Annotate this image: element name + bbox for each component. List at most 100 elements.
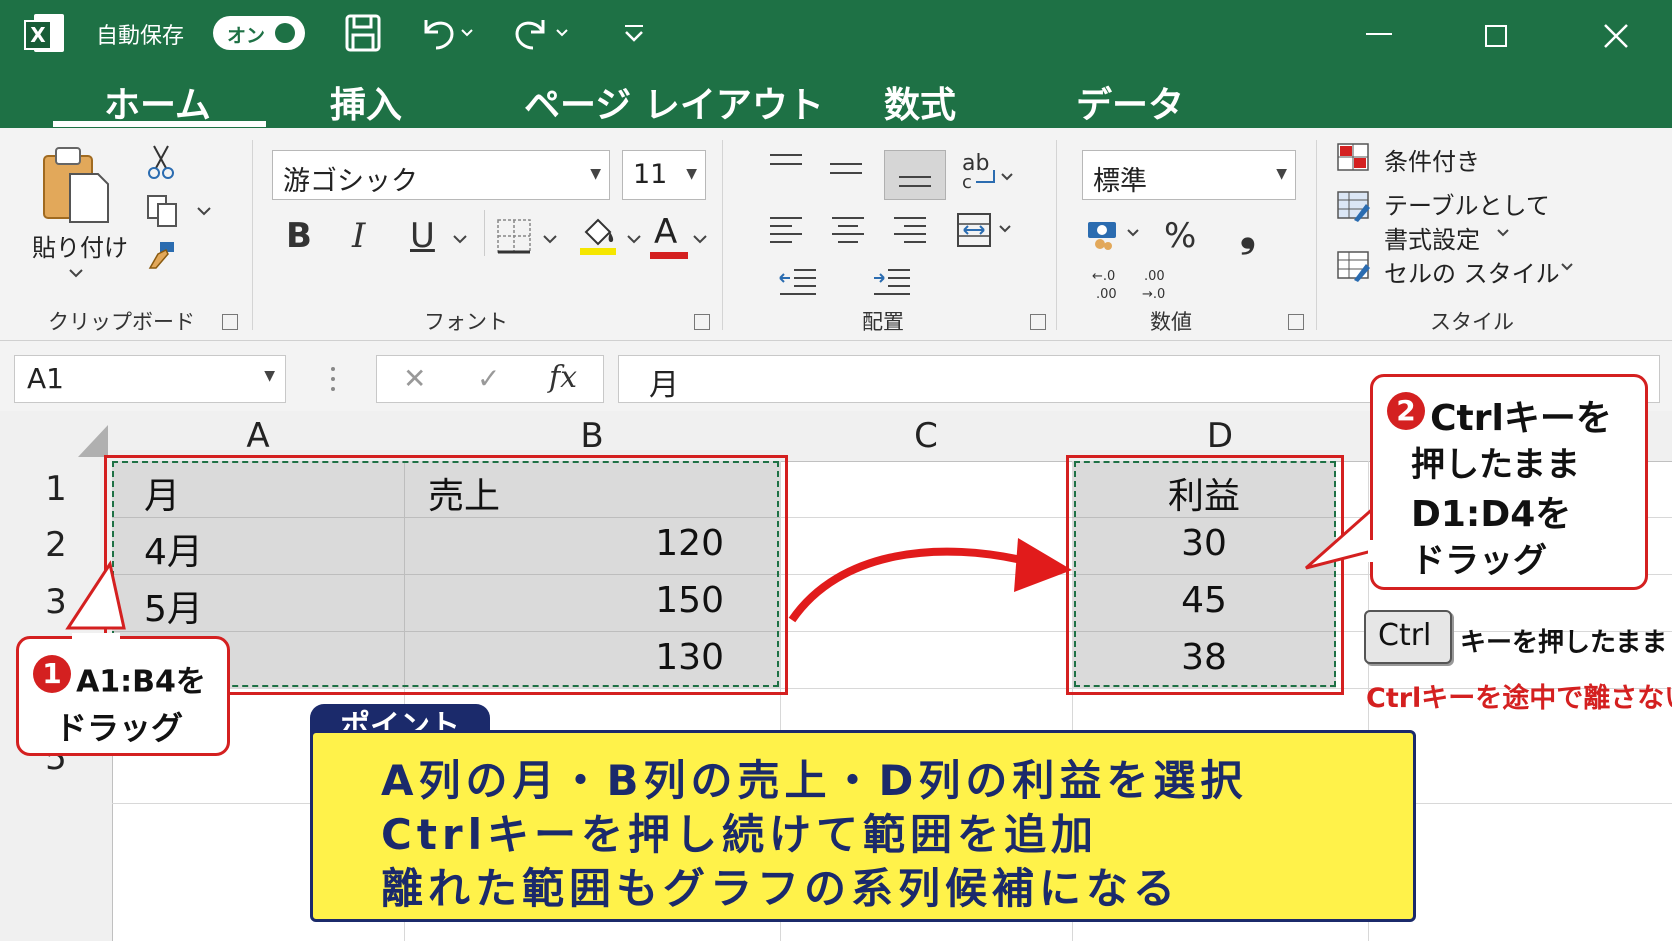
- name-box[interactable]: A1 ▼: [14, 355, 286, 403]
- point-line-2: Ctrlキーを押し続けて範囲を追加: [381, 810, 1099, 859]
- select-all-button[interactable]: [0, 411, 113, 462]
- tab-page-layout[interactable]: ページ レイアウト: [524, 76, 824, 128]
- borders-icon[interactable]: [496, 218, 532, 254]
- percent-style-button[interactable]: %: [1164, 216, 1196, 256]
- customize-toolbar-icon[interactable]: [622, 22, 646, 44]
- conditional-formatting-button[interactable]: 条件付き: [1384, 142, 1480, 177]
- callout-seam: [72, 633, 120, 641]
- step1-line1: A1:B4を: [76, 664, 206, 700]
- cell-d2[interactable]: 30: [1072, 523, 1336, 564]
- enter-icon[interactable]: ✓: [477, 362, 500, 395]
- tab-insert[interactable]: 挿入: [330, 76, 402, 128]
- chevron-down-icon[interactable]: [542, 234, 558, 244]
- format-painter-icon[interactable]: [146, 240, 178, 272]
- paste-label[interactable]: 貼り付け: [32, 228, 128, 263]
- currency-format-icon[interactable]: [1086, 218, 1148, 252]
- tab-formulas[interactable]: 数式: [884, 76, 956, 128]
- chevron-down-icon[interactable]: [1560, 262, 1574, 272]
- cell-a3[interactable]: 5月: [144, 580, 203, 632]
- row-header-6[interactable]: [0, 803, 113, 941]
- ctrl-key-icon: Ctrl: [1364, 610, 1452, 664]
- row-header-1[interactable]: 1: [0, 461, 113, 518]
- increase-decimal-icon[interactable]: ←.0 .00: [1090, 266, 1126, 302]
- point-line-3: 離れた範囲もグラフの系列候補になる: [381, 864, 1181, 913]
- align-top-icon[interactable]: [768, 152, 804, 176]
- range-arrow: [788, 538, 1072, 623]
- conditional-formatting-icon[interactable]: [1336, 142, 1370, 172]
- cut-icon[interactable]: [146, 144, 176, 180]
- step2-line1: Ctrlキーを: [1430, 398, 1612, 439]
- svg-text:←.0: ←.0: [1092, 269, 1115, 284]
- font-size-select[interactable]: 11 ▼: [622, 150, 706, 200]
- dialog-launcher-icon[interactable]: [222, 314, 238, 330]
- font-size-value: 11: [633, 159, 668, 190]
- align-bottom-button[interactable]: [884, 150, 946, 200]
- tab-data[interactable]: データ: [1076, 76, 1184, 128]
- underline-button[interactable]: U: [410, 216, 435, 256]
- number-format-select[interactable]: 標準 ▼: [1082, 150, 1296, 200]
- formula-input-value: 月: [649, 368, 679, 403]
- increase-indent-icon[interactable]: [872, 266, 912, 300]
- dialog-launcher-icon[interactable]: [694, 314, 710, 330]
- format-as-table-button[interactable]: テーブルとして: [1384, 186, 1550, 221]
- dialog-launcher-icon[interactable]: [1030, 314, 1046, 330]
- maximize-icon[interactable]: [1484, 24, 1508, 48]
- formula-buttons: ✕ ✓ fx: [376, 355, 604, 403]
- autosave-label: 自動保存: [96, 24, 185, 49]
- font-group-label: フォント: [424, 310, 508, 334]
- decrease-indent-icon[interactable]: [778, 266, 818, 300]
- cell-a1[interactable]: 月: [144, 467, 180, 519]
- cell-d4[interactable]: 38: [1072, 637, 1336, 678]
- dialog-launcher-icon[interactable]: [1288, 314, 1304, 330]
- cell-a2[interactable]: 4月: [144, 523, 203, 575]
- redo-icon[interactable]: [513, 12, 573, 52]
- cell-styles-button[interactable]: セルの スタイル: [1384, 254, 1560, 289]
- cell-b3[interactable]: 150: [404, 580, 724, 621]
- chevron-down-icon[interactable]: [68, 268, 84, 278]
- cell-b1[interactable]: 売上: [428, 467, 500, 519]
- cell-d1[interactable]: 利益: [1072, 467, 1336, 519]
- comma-style-button[interactable]: ❟: [1240, 210, 1256, 256]
- cancel-icon[interactable]: ✕: [403, 362, 426, 395]
- bold-button[interactable]: B: [286, 216, 312, 256]
- align-left-icon[interactable]: [768, 214, 804, 250]
- align-right-icon[interactable]: [892, 214, 928, 250]
- fill-color-icon[interactable]: [578, 214, 618, 256]
- chevron-down-icon: ▼: [590, 166, 601, 182]
- chevron-down-icon[interactable]: [626, 234, 642, 244]
- svg-text:.00: .00: [1096, 287, 1117, 302]
- align-middle-icon[interactable]: [828, 158, 864, 182]
- chevron-down-icon[interactable]: [196, 206, 212, 216]
- autosave-toggle[interactable]: オン: [213, 16, 305, 50]
- splitter-handle[interactable]: [330, 365, 336, 393]
- clipboard-group-label: クリップボード: [48, 310, 195, 334]
- cell-b2[interactable]: 120: [404, 523, 724, 564]
- chevron-down-icon[interactable]: [1496, 228, 1510, 238]
- align-center-icon[interactable]: [830, 214, 866, 250]
- close-icon[interactable]: [1602, 22, 1630, 50]
- chevron-down-icon[interactable]: [692, 234, 708, 244]
- minimize-icon[interactable]: [1364, 24, 1394, 44]
- undo-icon[interactable]: [418, 12, 478, 52]
- decrease-decimal-icon[interactable]: .00 →.0: [1140, 266, 1176, 302]
- italic-button[interactable]: I: [352, 216, 365, 256]
- alignment-group-label: 配置: [862, 310, 904, 334]
- save-icon[interactable]: [345, 14, 381, 52]
- wrap-orientation-icon[interactable]: ab c: [960, 148, 1016, 192]
- font-color-button[interactable]: A: [654, 212, 677, 252]
- font-name-select[interactable]: 游ゴシック ▼: [272, 150, 610, 200]
- chevron-down-icon[interactable]: [452, 234, 468, 244]
- copy-icon[interactable]: [146, 194, 180, 228]
- chevron-down-icon[interactable]: ▼: [264, 368, 275, 384]
- merge-center-icon[interactable]: [956, 210, 1016, 250]
- cell-b4[interactable]: 130: [404, 637, 724, 678]
- cell-d3[interactable]: 45: [1072, 580, 1336, 621]
- cell-styles-icon[interactable]: [1336, 250, 1372, 284]
- step2-line4: ドラッグ: [1411, 541, 1547, 581]
- chevron-down-icon: ▼: [1276, 166, 1287, 182]
- format-as-table-icon[interactable]: [1336, 190, 1372, 224]
- format-as-table-button-line2[interactable]: 書式設定: [1384, 220, 1480, 255]
- column-header-c[interactable]: C: [780, 411, 1073, 462]
- insert-function-button[interactable]: fx: [549, 360, 577, 395]
- paste-icon[interactable]: [40, 142, 112, 224]
